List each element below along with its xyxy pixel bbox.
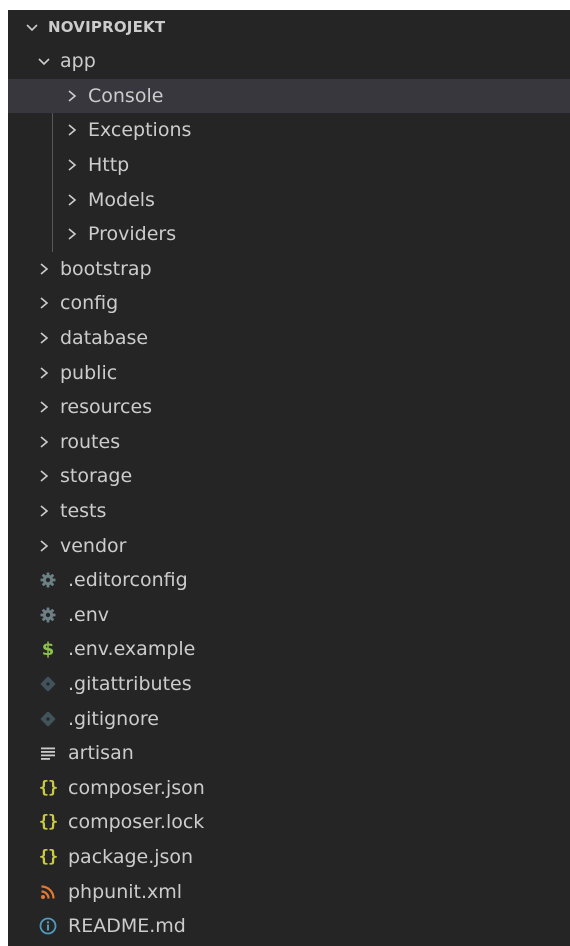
folder-label: app — [60, 50, 96, 73]
folder-label: Exceptions — [88, 119, 192, 142]
folder-models[interactable]: Models — [8, 182, 570, 217]
braces-icon: {} — [38, 812, 58, 833]
folder-tests[interactable]: tests — [8, 494, 570, 529]
folder-label: bootstrap — [60, 257, 152, 280]
file-artisan[interactable]: artisan — [8, 736, 570, 771]
folder-label: storage — [60, 465, 133, 488]
folder-public[interactable]: public — [8, 355, 570, 390]
braces-icon: {} — [38, 846, 58, 867]
folder-database[interactable]: database — [8, 321, 570, 356]
file-label: .env — [68, 603, 110, 626]
chevron-right-icon — [32, 330, 56, 346]
file-gitattributes[interactable]: .gitattributes — [8, 667, 570, 702]
folder-label: database — [60, 327, 149, 350]
file-label: README.md — [68, 915, 186, 938]
folder-storage[interactable]: storage — [8, 459, 570, 494]
gear-icon — [34, 606, 62, 624]
explorer-project-header[interactable]: NOVIPROJEKT — [8, 10, 570, 44]
folder-providers[interactable]: Providers — [8, 217, 570, 252]
folder-label: config — [60, 292, 119, 315]
chevron-right-icon — [32, 399, 56, 415]
file-env-example[interactable]: $ .env.example — [8, 632, 570, 667]
folder-routes[interactable]: routes — [8, 425, 570, 460]
chevron-right-icon — [32, 503, 56, 519]
chevron-down-icon — [20, 19, 44, 35]
folder-label: Http — [88, 154, 130, 177]
file-tree: app Console Exceptions Http Models Provi… — [8, 44, 570, 943]
folder-bootstrap[interactable]: bootstrap — [8, 252, 570, 287]
folder-resources[interactable]: resources — [8, 390, 570, 425]
chevron-right-icon — [32, 295, 56, 311]
git-icon — [34, 710, 62, 728]
file-label: artisan — [68, 742, 134, 765]
folder-exceptions[interactable]: Exceptions — [8, 113, 570, 148]
gear-icon — [34, 571, 62, 589]
chevron-down-icon — [32, 53, 56, 69]
git-icon — [34, 675, 62, 693]
lines-icon — [34, 744, 62, 762]
file-explorer: NOVIPROJEKT app Console Exceptions Http … — [8, 10, 570, 946]
file-label: .editorconfig — [68, 569, 188, 592]
chevron-right-icon — [32, 261, 56, 277]
chevron-right-icon — [60, 226, 84, 242]
folder-label: Providers — [88, 223, 177, 246]
folder-console[interactable]: Console — [8, 78, 570, 114]
dollar-icon: $ — [41, 638, 55, 660]
folder-http[interactable]: Http — [8, 148, 570, 183]
chevron-right-icon — [60, 88, 84, 104]
chevron-right-icon — [32, 538, 56, 554]
folder-label: routes — [60, 430, 121, 453]
chevron-right-icon — [32, 468, 56, 484]
folder-label: resources — [60, 396, 153, 419]
chevron-right-icon — [60, 192, 84, 208]
file-label: .gitattributes — [68, 672, 192, 695]
braces-icon: {} — [38, 777, 58, 798]
file-label: package.json — [68, 845, 194, 868]
folder-app[interactable]: app — [8, 44, 570, 79]
folder-vendor[interactable]: vendor — [8, 528, 570, 563]
chevron-right-icon — [60, 157, 84, 173]
info-icon — [34, 917, 62, 935]
file-label: composer.lock — [68, 811, 205, 834]
folder-label: public — [60, 361, 118, 384]
folder-label: vendor — [60, 534, 127, 557]
file-label: composer.json — [68, 776, 205, 799]
chevron-right-icon — [32, 365, 56, 381]
file-label: .env.example — [68, 638, 196, 661]
file-phpunit-xml[interactable]: phpunit.xml — [8, 874, 570, 909]
folder-label: Console — [88, 84, 164, 107]
file-readme-md[interactable]: README.md — [8, 909, 570, 944]
file-label: phpunit.xml — [68, 880, 183, 903]
folder-label: Models — [88, 188, 155, 211]
file-composer-json[interactable]: {} composer.json — [8, 770, 570, 805]
file-label: .gitignore — [68, 707, 159, 730]
file-package-json[interactable]: {} package.json — [8, 840, 570, 875]
file-gitignore[interactable]: .gitignore — [8, 701, 570, 736]
file-editorconfig[interactable]: .editorconfig — [8, 563, 570, 598]
chevron-right-icon — [60, 122, 84, 138]
chevron-right-icon — [32, 434, 56, 450]
file-env[interactable]: .env — [8, 598, 570, 633]
folder-label: tests — [60, 500, 107, 523]
folder-config[interactable]: config — [8, 286, 570, 321]
rss-icon — [34, 883, 62, 901]
file-composer-lock[interactable]: {} composer.lock — [8, 805, 570, 840]
project-name: NOVIPROJEKT — [48, 18, 166, 36]
